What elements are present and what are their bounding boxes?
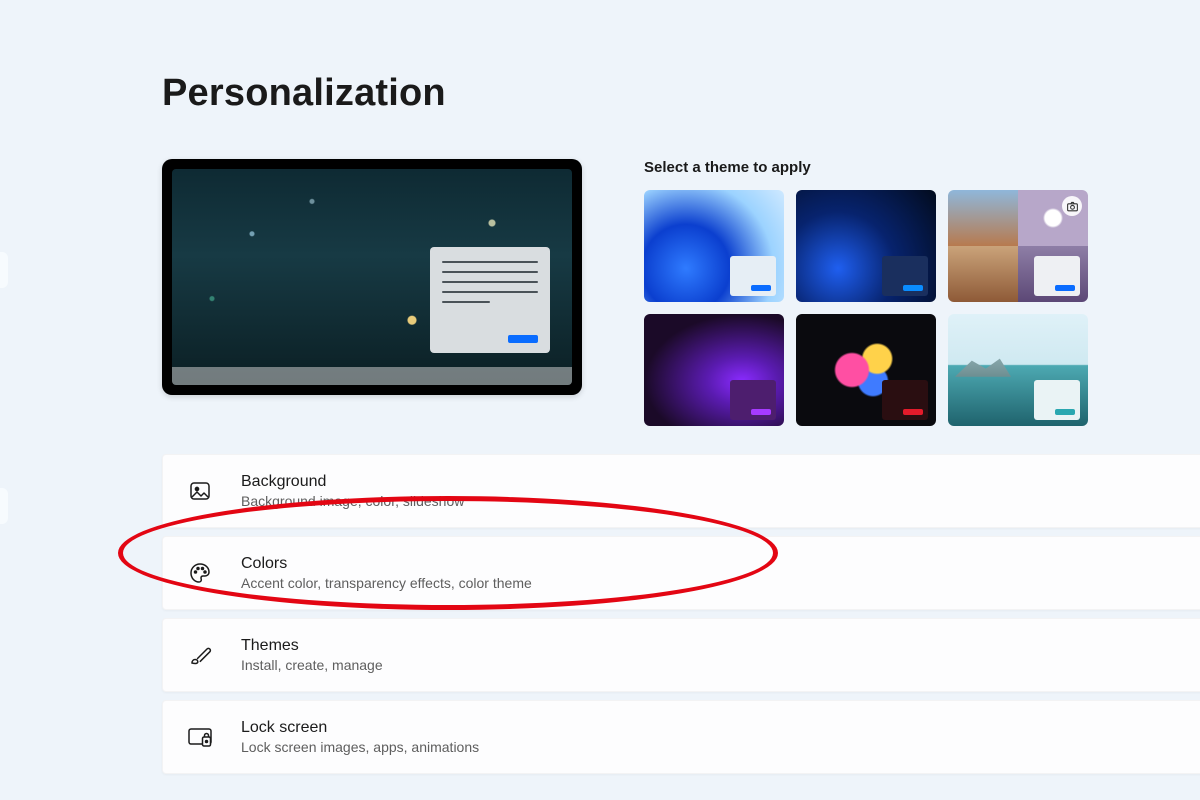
theme-tile-captured-motion[interactable] — [796, 314, 936, 426]
setting-text: Colors Accent color, transparency effect… — [241, 555, 532, 591]
preview-and-themes-row: Select a theme to apply — [162, 159, 1200, 426]
sidebar-chip — [0, 252, 8, 288]
setting-text: Lock screen Lock screen images, apps, an… — [241, 719, 479, 755]
setting-subtitle: Lock screen images, apps, animations — [241, 739, 479, 755]
theme-mini-window — [882, 380, 928, 420]
theme-tile-spotlight[interactable] — [948, 190, 1088, 302]
setting-title: Themes — [241, 637, 383, 655]
theme-mini-window — [1034, 380, 1080, 420]
preview-window-line — [442, 301, 490, 303]
setting-text: Themes Install, create, manage — [241, 637, 383, 673]
preview-window-line — [442, 261, 538, 263]
theme-mini-accent — [903, 409, 923, 415]
preview-wallpaper — [172, 169, 572, 385]
theme-mini-window — [730, 256, 776, 296]
theme-mini-window — [730, 380, 776, 420]
image-icon — [187, 478, 213, 504]
themes-heading: Select a theme to apply — [644, 159, 1104, 176]
setting-subtitle: Accent color, transparency effects, colo… — [241, 575, 532, 591]
setting-card-lock-screen[interactable]: Lock screen Lock screen images, apps, an… — [162, 700, 1200, 774]
theme-mini-accent — [1055, 285, 1075, 291]
setting-card-themes[interactable]: Themes Install, create, manage — [162, 618, 1200, 692]
setting-title: Lock screen — [241, 719, 479, 737]
setting-card-colors[interactable]: Colors Accent color, transparency effect… — [162, 536, 1200, 610]
theme-tile-bloom-dark[interactable] — [796, 190, 936, 302]
setting-title: Background — [241, 473, 464, 491]
preview-window-line — [442, 271, 538, 273]
palette-icon — [187, 560, 213, 586]
theme-mini-accent — [903, 285, 923, 291]
theme-tile-landscape[interactable] — [948, 314, 1088, 426]
theme-mini-accent — [751, 285, 771, 291]
theme-mini-accent — [751, 409, 771, 415]
theme-mini-window — [882, 256, 928, 296]
setting-title: Colors — [241, 555, 532, 573]
setting-text: Background Background image, color, slid… — [241, 473, 464, 509]
desktop-preview — [162, 159, 582, 395]
setting-subtitle: Background image, color, slideshow — [241, 493, 464, 509]
lock-screen-icon — [187, 724, 213, 750]
setting-subtitle: Install, create, manage — [241, 657, 383, 673]
theme-tile-bloom-light[interactable] — [644, 190, 784, 302]
preview-taskbar — [172, 367, 572, 385]
page-title: Personalization — [162, 72, 1200, 115]
sidebar-chip — [0, 488, 8, 524]
theme-tile-glow[interactable] — [644, 314, 784, 426]
camera-icon — [1062, 196, 1082, 216]
preview-window-line — [442, 281, 538, 283]
brush-icon — [187, 642, 213, 668]
theme-mini-accent — [1055, 409, 1075, 415]
sidebar-edge — [0, 72, 8, 800]
preview-window-accent — [508, 335, 538, 343]
preview-window — [430, 247, 550, 353]
theme-mini-window — [1034, 256, 1080, 296]
settings-list: Background Background image, color, slid… — [162, 454, 1200, 774]
themes-section: Select a theme to apply — [644, 159, 1104, 426]
setting-card-background[interactable]: Background Background image, color, slid… — [162, 454, 1200, 528]
theme-grid — [644, 190, 1104, 426]
personalization-page: Personalization Select a theme to apply — [0, 72, 1200, 800]
preview-window-line — [442, 291, 538, 293]
